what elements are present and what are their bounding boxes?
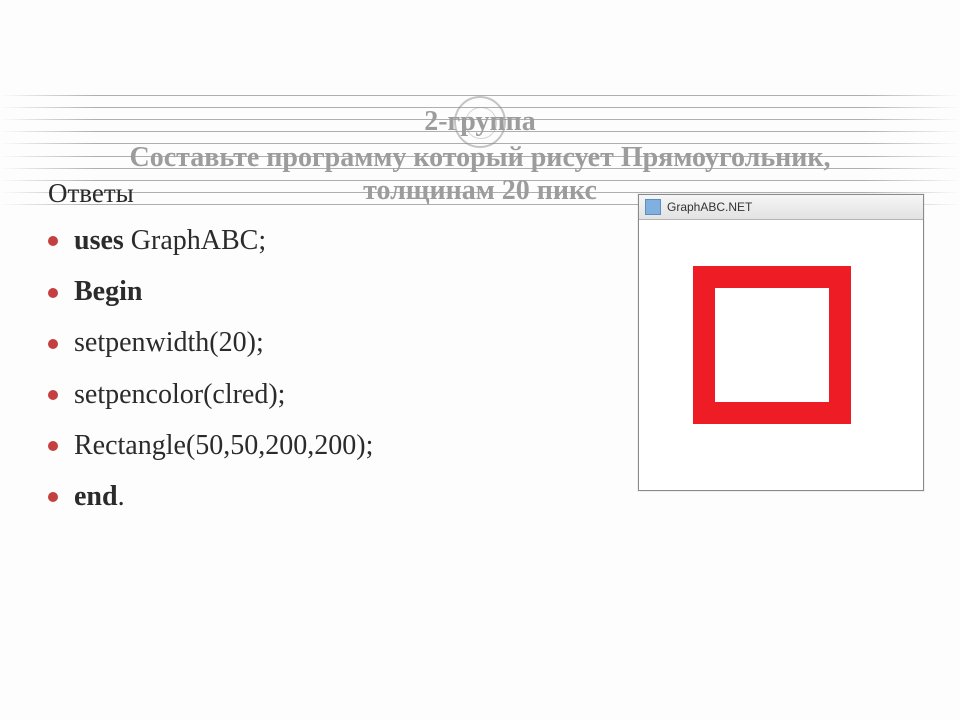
heading-group-label: 2-группа	[60, 105, 900, 139]
output-window: GraphABC.NET	[638, 194, 924, 491]
output-window-title: GraphABC.NET	[667, 200, 752, 214]
slide: 2-группа Составьте программу который рис…	[0, 0, 960, 720]
rectangle-shape-icon	[693, 266, 851, 424]
app-icon	[645, 199, 661, 215]
output-window-titlebar: GraphABC.NET	[639, 195, 923, 220]
heading-task-line1: Составьте программу который рисует Прямо…	[129, 142, 830, 173]
output-window-canvas	[639, 220, 923, 490]
